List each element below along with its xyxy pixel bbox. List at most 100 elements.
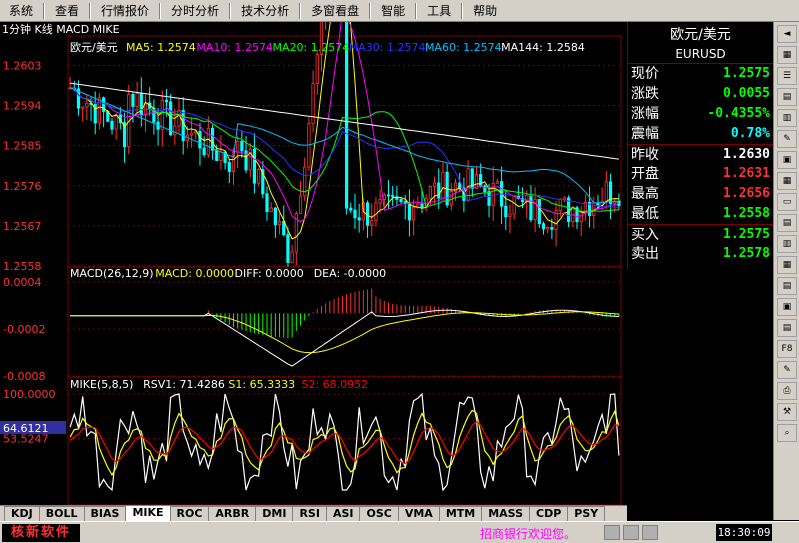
window-icon[interactable]: ▭ [777, 193, 797, 211]
calc-icon[interactable]: ▦ [777, 172, 797, 190]
tab-asi[interactable]: ASI [325, 506, 361, 521]
candle-body [495, 181, 500, 184]
menu-item-5[interactable]: 多窗看盘 [302, 0, 368, 22]
print-icon[interactable]: ⎙ [777, 382, 797, 400]
macd-label: DIFF: 0.0000 [235, 267, 304, 280]
tab-cdp[interactable]: CDP [529, 506, 569, 521]
line-chart-icon[interactable]: ▦ [777, 256, 797, 274]
quote-header: 欧元/美元 EURUSD [628, 22, 773, 64]
candle-body [487, 191, 491, 206]
status-bar: 核新软件 招商银行欢迎您。 18:30:09 [0, 521, 799, 543]
candle-body [215, 149, 219, 161]
candle-body [110, 120, 114, 130]
list-icon[interactable]: ☰ [777, 67, 797, 85]
menu-item-1[interactable]: 查看 [46, 0, 88, 22]
tab-roc[interactable]: ROC [169, 506, 210, 521]
tab-dmi[interactable]: DMI [255, 506, 294, 521]
menu-item-3[interactable]: 分时分析 [162, 0, 228, 22]
candle-body [441, 171, 445, 199]
pencil-icon[interactable]: ✎ [777, 361, 797, 379]
candle-body [579, 211, 583, 223]
chart-area[interactable]: 1分钟 K线 MACD MIKE 1.2603 1.2594 1.2585 1.2576… [0, 22, 627, 505]
y-tick-label: -0.0008 [3, 370, 45, 383]
mike-label: RSV1: 71.4286 [143, 378, 225, 391]
menu-item-7[interactable]: 工具 [418, 0, 460, 22]
tab-psy[interactable]: PSY [567, 506, 606, 521]
candle-body [604, 181, 608, 202]
candle-body [290, 251, 294, 263]
tab-arbr[interactable]: ARBR [208, 506, 257, 521]
quote-code: EURUSD [675, 47, 726, 61]
menu-item-8[interactable]: 帮助 [464, 0, 506, 22]
tab-mike[interactable]: MIKE [125, 505, 171, 521]
network-icon[interactable] [642, 525, 658, 540]
tab-mass[interactable]: MASS [481, 506, 531, 521]
candle-body [219, 151, 223, 161]
back-icon[interactable]: ◄ [777, 25, 797, 43]
candle-body [227, 162, 231, 172]
candle-body [97, 97, 102, 124]
f8-icon[interactable]: F8 [777, 340, 797, 358]
menu-item-0[interactable]: 系统 [0, 0, 42, 22]
tab-boll[interactable]: BOLL [38, 506, 85, 521]
table-icon[interactable]: ▤ [777, 88, 797, 106]
quote-value: 0.78% [730, 126, 770, 141]
menu-item-6[interactable]: 智能 [372, 0, 414, 22]
menu-separator [229, 2, 232, 19]
quote-value: 1.2630 [723, 147, 770, 162]
tab-vma[interactable]: VMA [397, 506, 440, 521]
bar-chart-icon[interactable]: ▥ [777, 235, 797, 253]
grid-icon[interactable]: ▦ [777, 46, 797, 64]
ma-label: MA144: 1.2584 [501, 41, 585, 54]
candle-body [428, 186, 432, 200]
people-icon[interactable] [623, 525, 639, 540]
dea-line [70, 311, 619, 354]
quote-row: 现价 1.2575 [628, 64, 773, 84]
report-icon[interactable]: ▤ [777, 277, 797, 295]
quote-label: 最低 [631, 206, 659, 222]
book-icon[interactable]: ▣ [777, 151, 797, 169]
candle-body [537, 198, 541, 225]
candle-body [349, 207, 353, 211]
candle-body [81, 106, 85, 109]
news-icon[interactable]: ▣ [777, 298, 797, 316]
quote-label: 开盘 [631, 166, 659, 182]
tab-bias[interactable]: BIAS [83, 506, 127, 521]
mike-label: S1: 65.3333 [228, 378, 295, 391]
macd-label: MACD(26,12,9) [70, 267, 154, 280]
notes-icon[interactable]: ✎ [777, 130, 797, 148]
tab-kdj[interactable]: KDJ [4, 506, 40, 521]
tab-mtm[interactable]: MTM [438, 506, 483, 521]
candle-body [315, 54, 319, 85]
chart-icon[interactable]: ▥ [777, 109, 797, 127]
calendar-icon[interactable]: ▤ [777, 214, 797, 232]
mike-label: S2: 68.0952 [302, 378, 369, 391]
mike-label: MIKE(5,8,5) [70, 378, 133, 391]
quote-row: 昨收 1.2630 [628, 144, 773, 164]
menu-item-2[interactable]: 行情报价 [92, 0, 158, 22]
tab-rsi[interactable]: RSI [292, 506, 327, 521]
quote-row: 卖出 1.2578 [628, 244, 773, 264]
ma-label: MA10: 1.2574 [196, 41, 273, 54]
candle-body [412, 206, 416, 221]
quote-value: 1.2631 [723, 166, 770, 181]
monitor-icon[interactable] [604, 525, 620, 540]
quote-label: 昨收 [631, 147, 659, 163]
candle-body [407, 202, 412, 221]
ma-label: MA20: 1.2574 [273, 41, 350, 54]
tools-icon[interactable]: ⚒ [777, 403, 797, 421]
search-icon[interactable]: ⌕ [777, 424, 797, 442]
quote-value: -0.4355% [707, 106, 770, 121]
menu-item-4[interactable]: 技术分析 [232, 0, 298, 22]
quote-title: 欧元/美元 [670, 27, 731, 43]
y-tick-label: 0.0004 [3, 276, 42, 289]
candle-body [198, 130, 202, 149]
tab-osc[interactable]: OSC [359, 506, 399, 521]
candle-body [403, 201, 407, 204]
candle-body [378, 199, 382, 204]
notes2-icon[interactable]: ▤ [777, 319, 797, 337]
candle-body [512, 195, 516, 215]
y-tick-label: 1.2603 [3, 59, 42, 72]
candle-body [286, 234, 290, 263]
quote-value: 1.2575 [723, 66, 770, 81]
